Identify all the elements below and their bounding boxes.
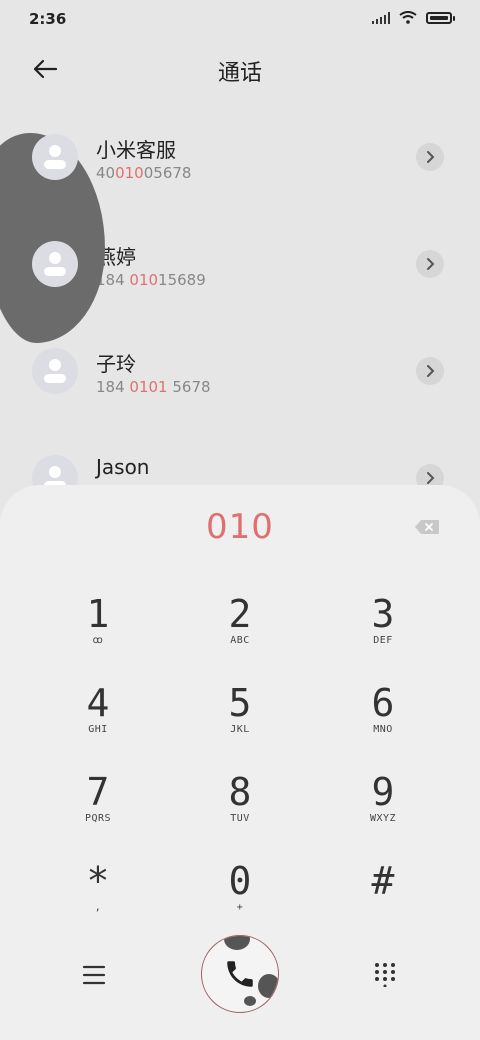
dialer-bottom-bar [0, 935, 480, 1015]
key-3[interactable]: 3 DEF [328, 593, 438, 673]
contact-number: 184 01015689 [96, 271, 206, 289]
key-star[interactable]: * , [43, 860, 153, 940]
key-4[interactable]: 4 GHI [43, 682, 153, 762]
chevron-right-icon [427, 151, 435, 163]
wifi-icon [399, 11, 417, 24]
contact-detail-button[interactable] [416, 250, 444, 278]
contact-name: 小米客服 [96, 138, 176, 162]
contact-detail-button[interactable] [416, 143, 444, 171]
contact-name: 子玲 [96, 352, 136, 376]
contact-detail-button[interactable] [416, 357, 444, 385]
voicemail-icon: ꝏ [92, 635, 104, 646]
contact-name: Jason [96, 455, 150, 479]
phone-icon [227, 961, 253, 987]
key-1[interactable]: 1 ꝏ [43, 593, 153, 673]
keypad-toggle-button[interactable] [373, 961, 397, 988]
key-5[interactable]: 5 JKL [185, 682, 295, 762]
chevron-right-icon [427, 365, 435, 377]
delete-button[interactable] [414, 519, 440, 535]
menu-button[interactable] [78, 963, 110, 987]
dialer-panel: 010 1 ꝏ 2 ABC 3 DEF 4 GHI 5 JKL 6 MNO 7 … [0, 485, 480, 1040]
key-9[interactable]: 9 WXYZ [328, 771, 438, 851]
chevron-right-icon [427, 258, 435, 270]
status-icons [372, 11, 455, 24]
key-7[interactable]: 7 PQRS [43, 771, 153, 851]
battery-icon [426, 11, 455, 24]
contact-number: 4001005678 [96, 164, 192, 182]
key-8[interactable]: 8 TUV [185, 771, 295, 851]
page-title: 通话 [217, 61, 262, 86]
call-button[interactable] [201, 935, 279, 1013]
dial-input[interactable]: 010 [0, 507, 480, 547]
status-bar: 2:36 [0, 0, 480, 38]
avatar-overlay [32, 241, 78, 287]
contact-item[interactable]: 子玲 184 0101 5678 [0, 334, 480, 441]
chevron-right-icon [427, 472, 435, 484]
avatar-overlay [32, 134, 78, 180]
menu-icon [82, 965, 106, 985]
dialpad-icon [375, 963, 395, 988]
key-2[interactable]: 2 ABC [185, 593, 295, 673]
signal-icon [372, 11, 390, 24]
avatar [32, 348, 78, 394]
backspace-icon [415, 520, 439, 534]
key-6[interactable]: 6 MNO [328, 682, 438, 762]
status-time: 2:36 [29, 10, 67, 28]
key-hash[interactable]: # [328, 860, 438, 940]
contact-number: 184 0101 5678 [96, 378, 211, 396]
key-0[interactable]: 0 + [185, 860, 295, 940]
